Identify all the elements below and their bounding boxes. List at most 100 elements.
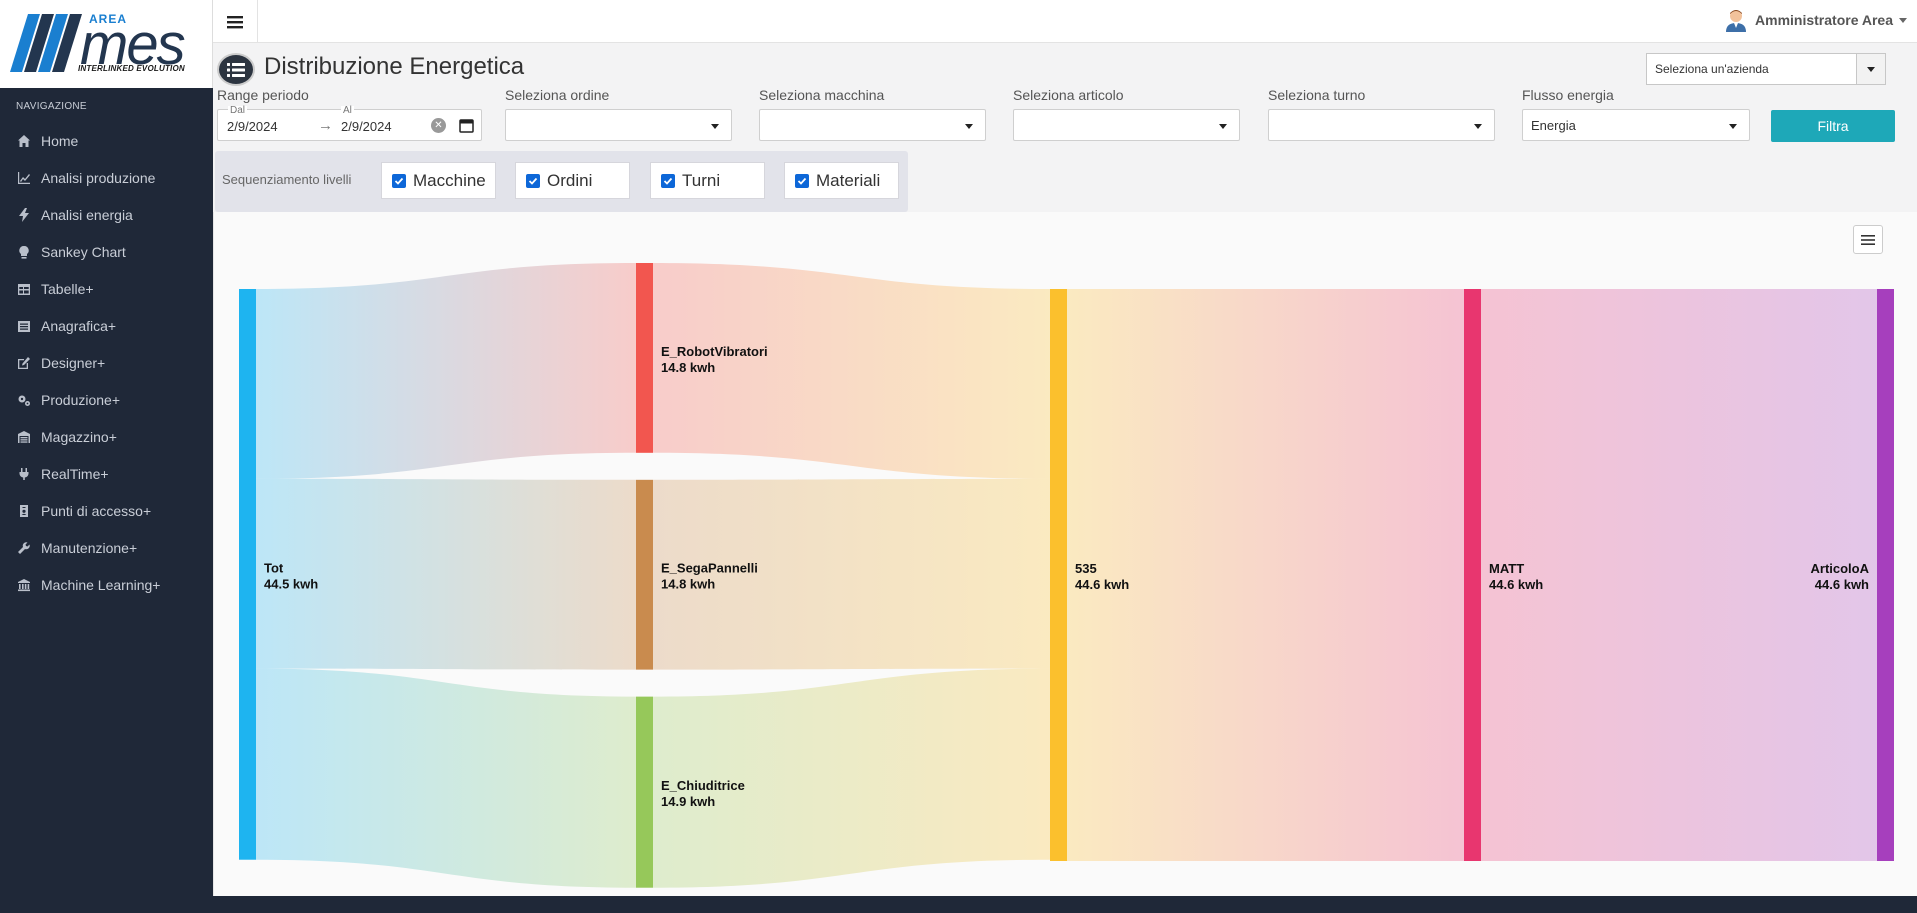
sankey-chart[interactable]: Tot44.5 kwhE_RobotVibratori14.8 kwhE_Seg… xyxy=(214,212,1917,896)
ordine-select[interactable] xyxy=(505,109,732,141)
company-select[interactable]: Seleziona un'azienda xyxy=(1646,53,1886,85)
sankey-node-label: E_SegaPannelli xyxy=(661,561,758,576)
chevron-down-icon xyxy=(1729,124,1737,129)
ordine-label: Seleziona ordine xyxy=(505,87,610,103)
sidebar-item-label: Tabelle+ xyxy=(41,280,94,297)
sankey-node-MATT[interactable] xyxy=(1464,289,1481,861)
macchina-select[interactable] xyxy=(759,109,986,141)
sankey-node-label: MATT xyxy=(1489,561,1524,576)
sankey-node-E_RobotVibratori[interactable] xyxy=(636,263,653,453)
sidebar-item-magazzino[interactable]: Magazzino+ xyxy=(0,418,213,455)
sankey-node-Tot[interactable] xyxy=(239,289,256,860)
plug-icon xyxy=(16,466,32,482)
sidebar-item-label: Home xyxy=(41,132,79,149)
chevron-down-icon xyxy=(1474,124,1482,129)
sankey-link-535-MATT[interactable] xyxy=(1067,289,1464,861)
sankey-node-label: ArticoloA xyxy=(1811,561,1870,576)
sidebar-item-produzione[interactable]: Produzione+ xyxy=(0,381,213,418)
hamburger-icon xyxy=(227,15,243,28)
sidebar-item-tabelle[interactable]: Tabelle+ xyxy=(0,270,213,307)
sidebar-item-home[interactable]: Home xyxy=(0,122,213,159)
university-icon xyxy=(16,577,32,593)
turno-select[interactable] xyxy=(1268,109,1495,141)
date-to-input[interactable]: 2/9/2024 xyxy=(341,119,392,134)
sankey-node-value: 44.6 kwh xyxy=(1489,577,1543,592)
sidebar-item-label: Anagrafica+ xyxy=(41,317,117,334)
sidebar-item-analisi-produzione[interactable]: Analisi produzione xyxy=(0,159,213,196)
seq-checkbox-ordini[interactable]: Ordini xyxy=(515,162,630,199)
home-icon xyxy=(16,133,32,149)
chevron-down-icon xyxy=(1899,17,1907,23)
sidebar-item-label: Magazzino+ xyxy=(41,428,117,445)
nav-list: Home Analisi produzione Analisi energia San… xyxy=(0,122,213,603)
date-range-picker[interactable]: Dal Al 2/9/2024 → 2/9/2024 ✕ xyxy=(217,105,482,141)
chart-panel: Tot 44.5 kwh E_RobotVibratori 14.8 kwh E_Seg… xyxy=(213,212,1917,896)
sankey-link-Tot-E_SegaPannelli[interactable] xyxy=(256,478,636,670)
checkbox-checked-icon xyxy=(661,173,675,188)
seq-checkbox-materiali[interactable]: Materiali xyxy=(784,162,899,199)
sequence-panel: Sequenziamento livelli Macchine Ordini T… xyxy=(215,151,908,212)
chevron-down-icon xyxy=(965,124,973,129)
edit-icon xyxy=(16,355,32,371)
lightbulb-icon xyxy=(16,244,32,260)
from-label: Dal xyxy=(228,105,248,116)
sidebar-item-anagrafica[interactable]: Anagrafica+ xyxy=(0,307,213,344)
flusso-value: Energia xyxy=(1531,118,1576,133)
menu-toggle-button[interactable] xyxy=(213,0,258,43)
seq-label-turni: Turni xyxy=(682,170,721,190)
sankey-node-label: E_RobotVibratori xyxy=(661,344,768,359)
list-icon xyxy=(16,318,32,334)
chevron-down-icon xyxy=(711,124,719,129)
sidebar-item-sankey-chart[interactable]: Sankey Chart xyxy=(0,233,213,270)
flusso-select[interactable]: Energia xyxy=(1522,109,1750,141)
logo-tagline: INTERLINKED EVOLUTION xyxy=(78,64,185,73)
seq-label-materiali: Materiali xyxy=(816,170,881,190)
calendar-icon[interactable] xyxy=(459,118,474,133)
clear-icon[interactable]: ✕ xyxy=(431,118,446,133)
line-chart-icon xyxy=(16,170,32,186)
user-menu[interactable]: Amministratore Area xyxy=(1725,8,1907,32)
list-icon xyxy=(217,53,255,86)
sidebar-item-manutenzione[interactable]: Manutenzione+ xyxy=(0,529,213,566)
sidebar-item-punti-di-accesso[interactable]: Punti di accesso+ xyxy=(0,492,213,529)
warehouse-icon xyxy=(16,429,32,445)
hamburger-icon xyxy=(1861,234,1875,245)
checkbox-checked-icon xyxy=(392,173,406,188)
sankey-node-label: E_Chiuditrice xyxy=(661,778,745,793)
company-select-toggle[interactable] xyxy=(1856,54,1885,84)
articolo-label: Seleziona articolo xyxy=(1013,87,1124,103)
sidebar-item-label: Analisi energia xyxy=(41,206,133,223)
sankey-link-Tot-E_Chiuditrice[interactable] xyxy=(256,668,636,888)
filtra-button[interactable]: Filtra xyxy=(1771,110,1895,142)
sankey-node-E_Chiuditrice[interactable] xyxy=(636,696,653,888)
arrow-right-icon: → xyxy=(318,117,333,134)
company-select-placeholder: Seleziona un'azienda xyxy=(1655,62,1769,76)
seq-label-ordini: Ordini xyxy=(547,170,593,190)
avatar xyxy=(1726,10,1747,32)
footer xyxy=(213,896,1917,913)
sidebar-item-machine-learning[interactable]: Machine Learning+ xyxy=(0,566,213,603)
date-from-input[interactable]: 2/9/2024 xyxy=(227,119,278,134)
sankey-node-E_SegaPannelli[interactable] xyxy=(636,479,653,670)
sidebar-item-label: Punti di accesso+ xyxy=(41,502,152,519)
sidebar-item-designer[interactable]: Designer+ xyxy=(0,344,213,381)
table-icon xyxy=(16,281,32,297)
sankey-node-value: 44.6 kwh xyxy=(1815,577,1869,592)
chevron-down-icon xyxy=(1867,66,1875,72)
logo[interactable]: AREA mes INTERLINKED EVOLUTION xyxy=(0,0,213,88)
sankey-node-535[interactable] xyxy=(1050,289,1067,861)
sankey-node-ArticoloA[interactable] xyxy=(1877,289,1894,861)
seq-checkbox-macchine[interactable]: Macchine xyxy=(381,162,496,199)
articolo-select[interactable] xyxy=(1013,109,1240,141)
seq-checkbox-turni[interactable]: Turni xyxy=(650,162,765,199)
sankey-link-Tot-E_RobotVibratori[interactable] xyxy=(256,263,636,479)
sidebar: AREA mes INTERLINKED EVOLUTION NAVIGAZIO… xyxy=(0,0,213,913)
sankey-node-value: 14.8 kwh xyxy=(661,577,715,592)
sankey-node-label: Tot xyxy=(264,560,284,575)
wrench-icon xyxy=(16,540,32,556)
sidebar-item-realtime[interactable]: RealTime+ xyxy=(0,455,213,492)
sidebar-item-label: Manutenzione+ xyxy=(41,539,138,556)
chart-menu-button[interactable] xyxy=(1853,225,1883,254)
sidebar-item-analisi-energia[interactable]: Analisi energia xyxy=(0,196,213,233)
sankey-node-label: 535 xyxy=(1075,561,1097,576)
